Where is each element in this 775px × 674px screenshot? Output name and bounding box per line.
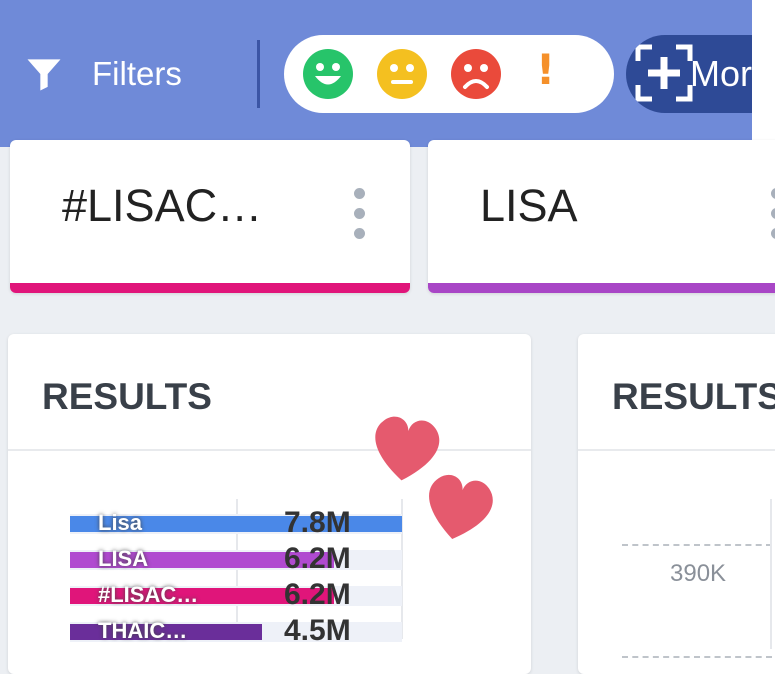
alert-icon[interactable]: ! [536, 45, 555, 94]
bar-label: Lisa [98, 510, 143, 535]
bar-value: 6.2M [284, 578, 351, 611]
grid-line [770, 499, 772, 649]
happy-face-icon[interactable] [303, 49, 353, 99]
results-title: RESULTS [42, 376, 212, 417]
tag-color-bar [10, 283, 410, 293]
axis-label: 390K [670, 560, 727, 587]
kebab-menu-icon[interactable] [771, 188, 775, 248]
bar-row[interactable]: Lisa 7.8M [70, 506, 402, 539]
filter-icon [27, 59, 61, 91]
sentiment-filter-group: ! [284, 35, 614, 113]
neutral-face-icon[interactable] [377, 49, 427, 99]
tag-color-bar [428, 283, 775, 293]
overflow-edge [752, 0, 775, 140]
bar-label: LISA [98, 546, 149, 571]
filters-label: Filters [92, 55, 182, 92]
filters-button[interactable]: Filters [22, 52, 182, 96]
bar-value: 4.5M [284, 614, 351, 647]
kebab-menu-icon[interactable] [354, 188, 366, 248]
bar-value: 7.8M [284, 506, 351, 539]
heart-sticker-icon [429, 474, 493, 539]
bar-label: #LISAC… [98, 582, 199, 607]
bar-row[interactable]: THAIC… 4.5M [70, 614, 402, 647]
top-toolbar: Filters ! More [0, 0, 775, 147]
bar-row[interactable]: LISA 6.2M [70, 542, 402, 575]
tag-label: LISA [480, 180, 578, 231]
results-divider [8, 449, 531, 451]
tag-card-lisa[interactable]: LISA [428, 140, 775, 293]
bar-row[interactable]: #LISAC… 6.2M [70, 578, 402, 611]
sad-face-icon[interactable] [451, 49, 501, 99]
add-frame-icon [635, 44, 693, 102]
tag-label: #LISAC… [62, 180, 263, 231]
toolbar-divider [257, 40, 260, 108]
results-card-2: RESULTS 390K [578, 334, 775, 674]
tag-card-lisac[interactable]: #LISAC… [10, 140, 410, 293]
bar-label: THAIC… [98, 618, 188, 643]
results-title: RESULTS [612, 376, 775, 417]
results-divider [578, 449, 775, 451]
grid-line [622, 544, 772, 546]
grid-line [622, 656, 772, 658]
bar-value: 6.2M [284, 542, 351, 575]
